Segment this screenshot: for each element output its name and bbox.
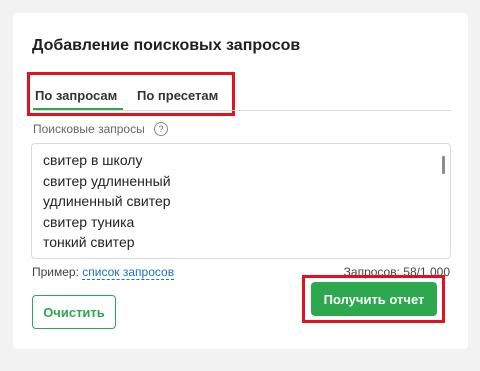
example-prefix: Пример: — [32, 265, 79, 279]
tabs-divider — [33, 110, 451, 111]
tab-by-presets[interactable]: По пресетам — [137, 88, 218, 103]
query-line: свитер удлиненный — [43, 172, 171, 189]
get-report-button[interactable]: Получить отчет — [311, 282, 437, 316]
queries-textarea[interactable]: свитер в школу свитер удлиненный удлинен… — [31, 143, 451, 259]
tab-by-queries[interactable]: По запросам — [35, 88, 117, 103]
query-line: тонкий свитер — [43, 234, 135, 250]
query-line: свитер в школу — [43, 152, 143, 168]
panel-title: Добавление поисковых запросов — [32, 37, 301, 54]
example-text: Пример: список запросов — [32, 265, 175, 280]
query-list: свитер в школу свитер удлиненный удлинен… — [43, 150, 171, 253]
query-line: удлиненный свитер — [43, 193, 171, 209]
clear-button[interactable]: Очистить — [32, 295, 116, 329]
example-link[interactable]: список запросов — [82, 265, 175, 280]
queries-field-label: Поисковые запросы — [33, 122, 145, 136]
help-icon[interactable]: ? — [154, 122, 168, 136]
query-line: свитер туника — [43, 213, 135, 230]
textarea-scrollbar[interactable] — [442, 156, 445, 174]
